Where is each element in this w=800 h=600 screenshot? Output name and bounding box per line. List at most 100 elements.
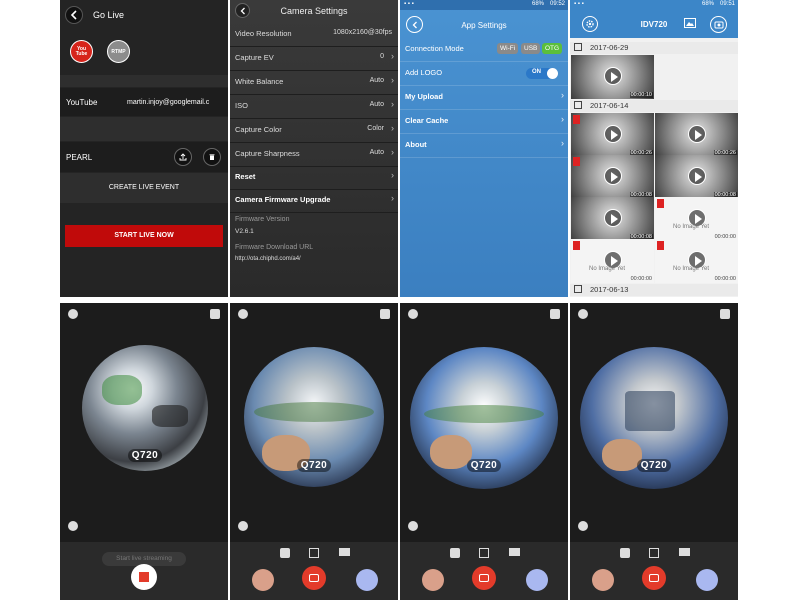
setting-label: Video Resolution bbox=[235, 29, 292, 38]
chevron-right-icon: › bbox=[561, 138, 564, 148]
setting-value: 1080x2160@30fps bbox=[333, 29, 392, 36]
about-row[interactable]: About › bbox=[400, 134, 568, 158]
video-thumbnail[interactable]: 00:00:26 bbox=[571, 113, 654, 157]
fisheye-preview[interactable]: Q720 bbox=[580, 347, 728, 489]
camera-switch-icon[interactable] bbox=[720, 309, 730, 319]
camera-mode-icon[interactable] bbox=[649, 548, 659, 558]
settings-row-iso[interactable]: ISO Auto › bbox=[230, 95, 398, 119]
globe-icon[interactable] bbox=[68, 521, 78, 531]
view-mode-icon[interactable] bbox=[238, 309, 248, 319]
view-mode-icon[interactable] bbox=[408, 309, 418, 319]
video-thumbnail[interactable]: 00:00:08 bbox=[655, 155, 738, 199]
youtube-row-label: YouTube bbox=[66, 98, 98, 107]
video-thumbnail[interactable]: 00:00:08 bbox=[571, 155, 654, 199]
beauty-filter-button[interactable] bbox=[592, 569, 614, 591]
go-live-header: Go Live bbox=[60, 0, 228, 30]
add-logo-toggle[interactable]: ON bbox=[526, 68, 558, 79]
connection-mode-row: Connection Mode Wi-Fi USB OTG bbox=[400, 38, 568, 62]
start-live-now-button[interactable]: START LIVE NOW bbox=[65, 225, 223, 247]
page-title: Go Live bbox=[93, 10, 125, 20]
settings-row-reset[interactable]: Reset › bbox=[230, 166, 398, 190]
record-button[interactable] bbox=[131, 564, 157, 590]
date-group-label: 2017-06-29 bbox=[590, 43, 629, 52]
globe-icon[interactable] bbox=[408, 521, 418, 531]
create-live-event-button[interactable]: CREATE LIVE EVENT bbox=[60, 173, 228, 203]
setting-value: Auto bbox=[369, 77, 384, 84]
video-mode-icon[interactable] bbox=[509, 548, 520, 556]
settings-row-firmware-upgrade[interactable]: Camera Firmware Upgrade › bbox=[230, 189, 398, 213]
lens-effect-button[interactable] bbox=[356, 569, 378, 591]
camera-settings-button[interactable] bbox=[710, 16, 727, 33]
fisheye-preview[interactable]: Q720 bbox=[410, 347, 558, 489]
chevron-right-icon: › bbox=[391, 193, 394, 203]
date-group-header: 2017-06-13 bbox=[570, 284, 738, 296]
video-thumbnail[interactable]: 00:00:26 bbox=[655, 113, 738, 157]
video-duration: 00:00:00 bbox=[714, 276, 736, 282]
delete-button[interactable] bbox=[203, 148, 221, 166]
chevron-left-icon bbox=[70, 10, 77, 20]
firmware-url-link[interactable]: http://ota.chiphd.com/a4/ bbox=[235, 256, 301, 262]
start-live-now-label: START LIVE NOW bbox=[114, 232, 174, 239]
setting-label: Reset bbox=[235, 172, 256, 181]
live-stream-mode-icon[interactable] bbox=[450, 548, 460, 558]
rtmp-platform-button[interactable]: RTMP bbox=[107, 40, 130, 63]
lens-effect-button[interactable] bbox=[696, 569, 718, 591]
camera-gear-icon bbox=[714, 21, 723, 29]
chevron-right-icon: › bbox=[391, 123, 394, 133]
youtube-account-row[interactable]: YouTube martin.injoy@googlemail.c bbox=[60, 88, 228, 116]
settings-row-capture-ev[interactable]: Capture EV 0 › bbox=[230, 47, 398, 71]
page-title: Camera Settings bbox=[280, 6, 348, 16]
video-thumbnail[interactable]: 00:00:08 bbox=[571, 197, 654, 241]
settings-row-capture-sharpness[interactable]: Capture Sharpness Auto › bbox=[230, 143, 398, 167]
gallery-button[interactable] bbox=[684, 18, 696, 28]
live-view-screen-recording: Q720 Start live streaming bbox=[60, 303, 228, 600]
camera-icon bbox=[309, 574, 319, 582]
settings-row-video-resolution[interactable]: Video Resolution 1080x2160@30fps bbox=[230, 23, 398, 47]
settings-row-white-balance[interactable]: White Balance Auto › bbox=[230, 71, 398, 95]
shutter-button[interactable] bbox=[472, 566, 496, 590]
camera-mode-icon[interactable] bbox=[309, 548, 319, 558]
play-icon bbox=[604, 125, 622, 143]
uploaded-badge-icon bbox=[657, 199, 664, 208]
camera-switch-icon[interactable] bbox=[210, 309, 220, 319]
live-stream-mode-icon[interactable] bbox=[620, 548, 630, 558]
video-mode-icon[interactable] bbox=[679, 548, 690, 556]
live-stream-mode-icon[interactable] bbox=[280, 548, 290, 558]
fisheye-preview[interactable]: Q720 bbox=[82, 345, 208, 471]
video-thumbnail[interactable]: No Image Yet 00:00:00 bbox=[655, 239, 738, 283]
camera-switch-icon[interactable] bbox=[550, 309, 560, 319]
wifi-option[interactable]: Wi-Fi bbox=[497, 43, 519, 54]
create-live-event-label: CREATE LIVE EVENT bbox=[108, 184, 180, 191]
my-upload-row[interactable]: My Upload › bbox=[400, 86, 568, 110]
toggle-state-label: ON bbox=[532, 69, 541, 75]
lens-effect-button[interactable] bbox=[526, 569, 548, 591]
beauty-filter-button[interactable] bbox=[252, 569, 274, 591]
camera-settings-header: Camera Settings bbox=[230, 0, 398, 22]
usb-option[interactable]: USB bbox=[521, 43, 541, 54]
globe-icon[interactable] bbox=[578, 521, 588, 531]
shutter-button[interactable] bbox=[302, 566, 326, 590]
video-thumbnail[interactable]: No Image Yet 00:00:00 bbox=[655, 197, 738, 241]
video-thumbnail[interactable]: 00:00:10 bbox=[571, 55, 654, 99]
youtube-platform-button[interactable]: You Tube bbox=[70, 40, 93, 63]
video-duration: 00:00:10 bbox=[629, 92, 653, 98]
youtube-account-email: martin.injoy@googlemail.c bbox=[127, 99, 210, 106]
video-thumbnail[interactable]: No Image Yet 00:00:00 bbox=[571, 239, 654, 283]
fisheye-preview[interactable]: Q720 bbox=[244, 347, 384, 487]
view-mode-icon[interactable] bbox=[578, 309, 588, 319]
camera-icon bbox=[649, 574, 659, 582]
globe-icon[interactable] bbox=[238, 521, 248, 531]
back-button[interactable] bbox=[65, 6, 83, 24]
clear-cache-row[interactable]: Clear Cache › bbox=[400, 110, 568, 134]
view-mode-icon[interactable] bbox=[68, 309, 78, 319]
date-group-header: 2017-06-29 bbox=[570, 42, 738, 54]
camera-mode-icon[interactable] bbox=[479, 548, 489, 558]
otg-option[interactable]: OTG bbox=[542, 43, 563, 54]
share-button[interactable] bbox=[174, 148, 192, 166]
camera-switch-icon[interactable] bbox=[380, 309, 390, 319]
beauty-filter-button[interactable] bbox=[422, 569, 444, 591]
shutter-button[interactable] bbox=[642, 566, 666, 590]
video-mode-icon[interactable] bbox=[339, 548, 350, 556]
go-live-screen: Go Live You Tube RTMP YouTube martin.inj… bbox=[60, 0, 228, 297]
settings-row-capture-color[interactable]: Capture Color Color › bbox=[230, 119, 398, 143]
